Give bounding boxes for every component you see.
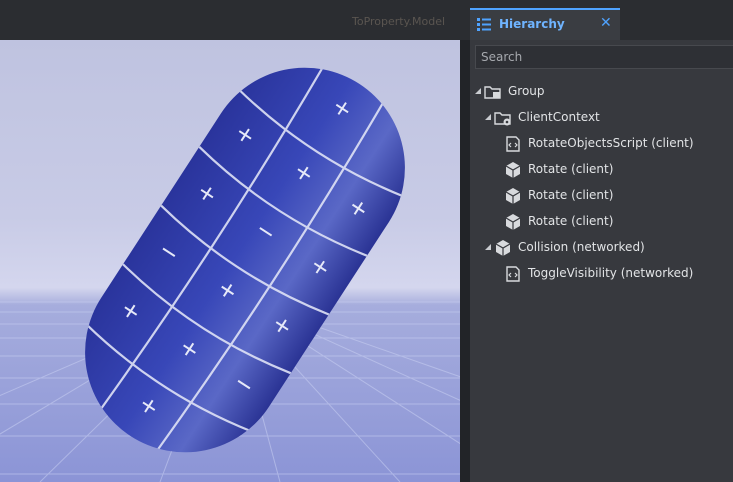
tree-item-group[interactable]: Group: [470, 80, 733, 104]
expand-arrow-icon[interactable]: [474, 87, 482, 95]
tree-item-rotateobjectsscript[interactable]: RotateObjectsScript (client): [470, 132, 733, 156]
tab-strip-empty: [620, 8, 733, 40]
tree-item-rotate[interactable]: Rotate (client): [470, 158, 733, 182]
scene-render: [0, 40, 460, 482]
tree-item-label: ToggleVisibility (networked): [528, 266, 694, 280]
panel-splitter[interactable]: [460, 40, 470, 482]
client-context-folder-icon: [494, 112, 511, 126]
search-input[interactable]: [475, 45, 733, 69]
tree-item-clientcontext[interactable]: ClientContext: [470, 106, 733, 130]
tree-item-label: Group: [508, 84, 545, 98]
script-icon: [506, 266, 520, 282]
tree-item-label: Rotate (client): [528, 214, 614, 228]
tree-item-label: Rotate (client): [528, 162, 614, 176]
tree-item-label: Rotate (client): [528, 188, 614, 202]
cube-icon: [495, 240, 511, 256]
capsule-object[interactable]: [47, 40, 443, 482]
cube-icon: [505, 188, 521, 204]
tab-hierarchy-label: Hierarchy: [499, 17, 565, 31]
cube-icon: [505, 162, 521, 178]
tree-item-rotate[interactable]: Rotate (client): [470, 210, 733, 234]
hierarchy-panel: Hierarchy ✕ Group ClientContext RotateOb…: [470, 8, 733, 482]
cube-icon: [505, 214, 521, 230]
tree-item-label: ClientContext: [518, 110, 600, 124]
close-icon[interactable]: ✕: [600, 15, 612, 31]
tree-item-rotate[interactable]: Rotate (client): [470, 184, 733, 208]
script-icon: [506, 136, 520, 152]
tab-hierarchy[interactable]: Hierarchy ✕: [470, 8, 620, 40]
tree-item-label: Collision (networked): [518, 240, 645, 254]
folder-group-icon: [484, 86, 501, 99]
tree-item-collision[interactable]: Collision (networked): [470, 236, 733, 260]
viewport-title: ToProperty.Model: [352, 15, 446, 28]
hierarchy-list-icon: [477, 18, 491, 31]
expand-arrow-icon[interactable]: [484, 243, 492, 251]
tree-item-togglevisibility[interactable]: ToggleVisibility (networked): [470, 262, 733, 286]
expand-arrow-icon[interactable]: [484, 113, 492, 121]
tree-item-label: RotateObjectsScript (client): [528, 136, 694, 150]
scene-viewport[interactable]: [0, 40, 460, 482]
